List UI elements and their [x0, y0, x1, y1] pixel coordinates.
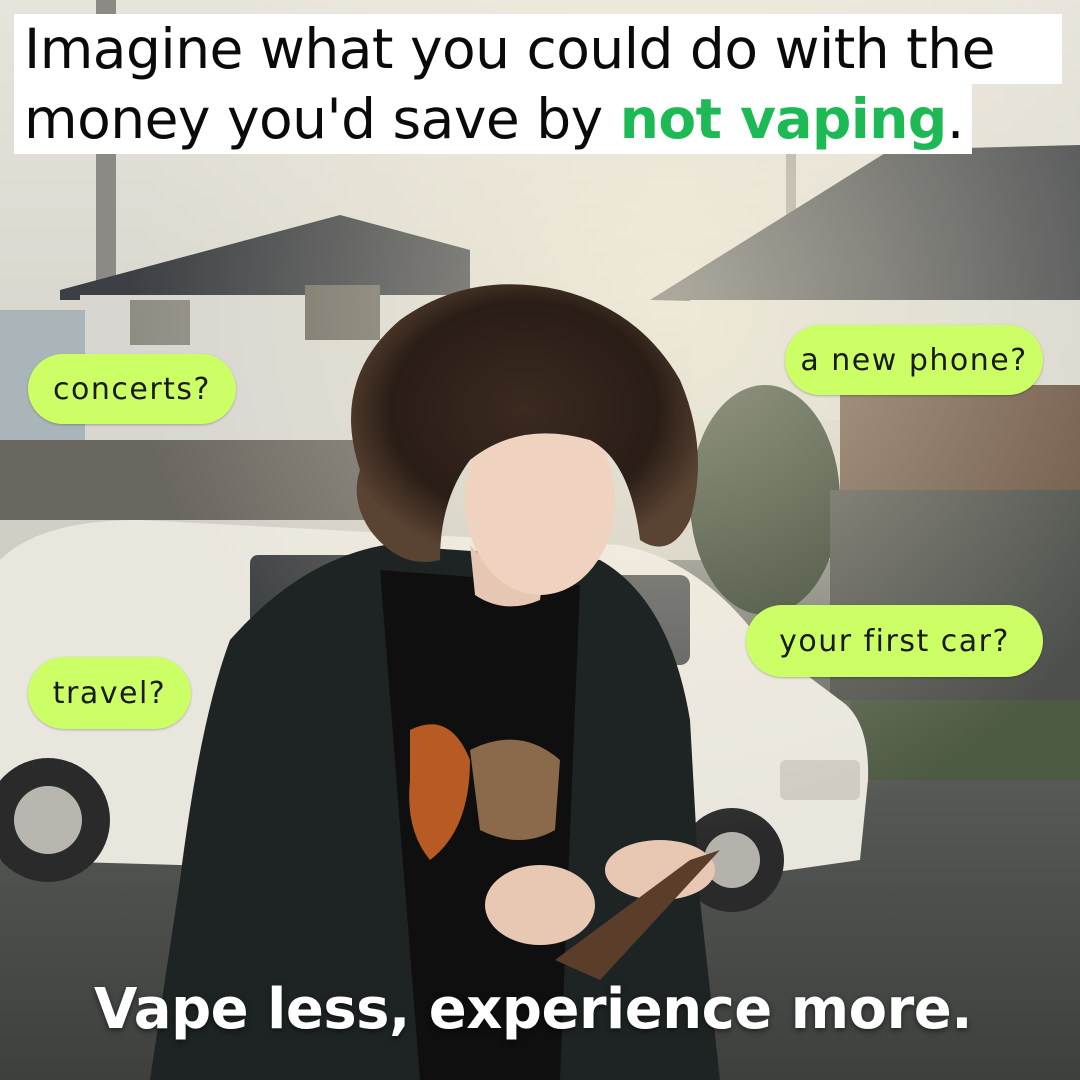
bubble-first-car: your first car?	[746, 605, 1043, 677]
headline-highlight: not vaping	[619, 87, 948, 151]
bubble-travel: travel?	[28, 657, 191, 729]
headline-line-2-prefix: money you'd save by	[24, 87, 620, 151]
headline-line-1: Imagine what you could do with the	[14, 14, 1062, 84]
headline-line-2: money you'd save by not vaping.	[14, 84, 972, 154]
bubble-concerts: concerts?	[28, 354, 236, 424]
tagline: Vape less, experience more.	[94, 977, 972, 1042]
headline: Imagine what you could do with the money…	[14, 14, 1064, 164]
headline-line-2-suffix: .	[946, 87, 964, 151]
bubble-new-phone: a new phone?	[785, 325, 1043, 395]
